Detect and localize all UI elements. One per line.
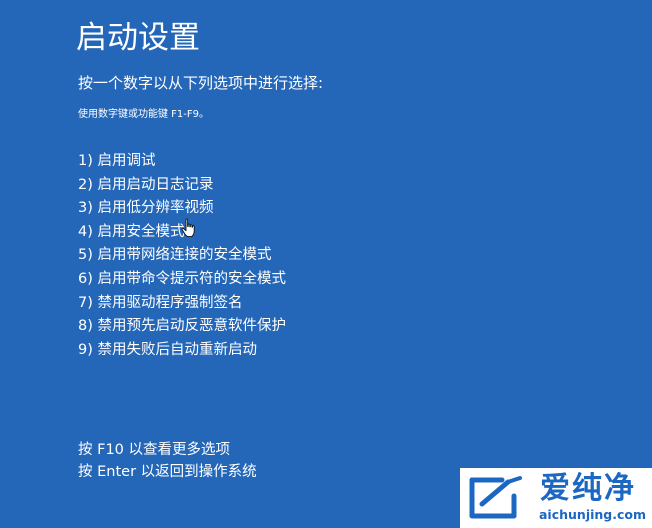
page-title: 启动设置 xyxy=(76,20,200,56)
watermark-url: aichunjing.com xyxy=(539,507,647,522)
function-key-hint: 使用数字键或功能键 F1-F9。 xyxy=(78,109,210,120)
hand-pointer-icon xyxy=(181,218,195,238)
aichunjing-logo-icon xyxy=(469,476,522,519)
option-enable-safe-mode-networking[interactable]: 5) 启用带网络连接的安全模式 xyxy=(78,244,286,268)
startup-options-list: 1) 启用调试 2) 启用启动日志记录 3) 启用低分辨率视频 4) 启用安全模… xyxy=(78,150,286,362)
option-disable-early-launch-antimalware[interactable]: 8) 禁用预先启动反恶意软件保护 xyxy=(78,315,286,339)
watermark-name: 爱纯净 xyxy=(540,471,636,506)
selection-prompt: 按一个数字以从下列选项中进行选择: xyxy=(78,74,324,92)
more-options-link[interactable]: 按 F10 以查看更多选项 xyxy=(78,439,257,461)
option-disable-driver-signature-enforcement[interactable]: 7) 禁用驱动程序强制签名 xyxy=(78,292,286,316)
watermark: 爱纯净 aichunjing.com xyxy=(460,468,652,528)
option-disable-auto-restart[interactable]: 9) 禁用失败后自动重新启动 xyxy=(78,339,286,363)
option-enable-safe-mode-command-prompt[interactable]: 6) 启用带命令提示符的安全模式 xyxy=(78,268,286,292)
footer-instructions: 按 F10 以查看更多选项 按 Enter 以返回到操作系统 xyxy=(78,439,257,483)
return-to-os-link[interactable]: 按 Enter 以返回到操作系统 xyxy=(78,461,257,483)
option-enable-debugging[interactable]: 1) 启用调试 xyxy=(78,150,286,174)
option-enable-boot-logging[interactable]: 2) 启用启动日志记录 xyxy=(78,174,286,198)
